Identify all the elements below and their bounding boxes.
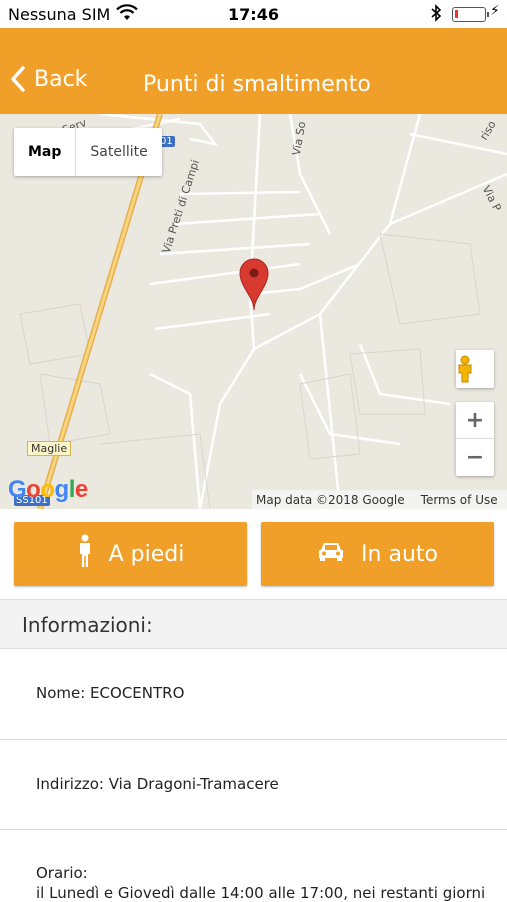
- map-type-satellite[interactable]: Satellite: [76, 128, 161, 176]
- page-title: Punti di smaltimento: [143, 72, 371, 97]
- pegman-button[interactable]: [456, 350, 494, 388]
- pedestrian-icon: [77, 534, 93, 574]
- status-bar: Nessuna SIM 17:46 ⚡: [0, 0, 507, 28]
- walk-button[interactable]: A piedi: [14, 522, 247, 586]
- battery-icon: [452, 7, 489, 22]
- map-attribution: Map data ©2018 Google Terms of Use: [252, 490, 507, 509]
- action-buttons: A piedi In auto: [0, 509, 507, 599]
- info-row-address: Indirizzo: Via Dragoni-Tramacere: [0, 740, 507, 830]
- pegman-icon: [458, 355, 472, 383]
- map-data-label: Map data ©2018 Google: [256, 492, 405, 507]
- back-button[interactable]: Back: [10, 66, 87, 92]
- info-row-hours: Orario: il Lunedì e Giovedì dalle 14:00 …: [0, 830, 507, 902]
- map-view[interactable]: Serv 01 Via Preti di Campi Via So Via P …: [0, 114, 507, 509]
- info-header-label: Informazioni:: [22, 613, 153, 637]
- car-icon: [317, 540, 345, 568]
- car-button[interactable]: In auto: [261, 522, 494, 586]
- info-name: Nome: ECOCENTRO: [36, 684, 185, 702]
- info-hours-label: Orario:: [36, 864, 88, 882]
- location-marker-icon[interactable]: [238, 257, 270, 311]
- back-label: Back: [34, 66, 88, 92]
- bluetooth-icon: [430, 4, 442, 26]
- zoom-out-button[interactable]: −: [456, 439, 494, 476]
- battery-fill: [455, 10, 458, 18]
- charging-icon: ⚡: [490, 3, 500, 19]
- terms-of-use-link[interactable]: Terms of Use: [421, 493, 498, 507]
- car-label: In auto: [361, 541, 438, 567]
- info-address: Indirizzo: Via Dragoni-Tramacere: [36, 775, 279, 793]
- info-hours-text: il Lunedì e Giovedì dalle 14:00 alle 17:…: [36, 884, 486, 902]
- map-type-map[interactable]: Map: [14, 128, 77, 176]
- info-section-header: Informazioni:: [0, 599, 507, 649]
- info-row-name: Nome: ECOCENTRO: [0, 649, 507, 740]
- map-label-maglie: Maglie: [27, 441, 72, 456]
- zoom-control: + −: [456, 402, 494, 476]
- google-logo: Google: [8, 476, 88, 503]
- map-type-control: Map Satellite: [14, 128, 162, 176]
- zoom-in-button[interactable]: +: [456, 402, 494, 439]
- navigation-bar: Back Punti di smaltimento: [0, 28, 507, 114]
- chevron-left-icon: [11, 66, 25, 92]
- walk-label: A piedi: [108, 541, 185, 567]
